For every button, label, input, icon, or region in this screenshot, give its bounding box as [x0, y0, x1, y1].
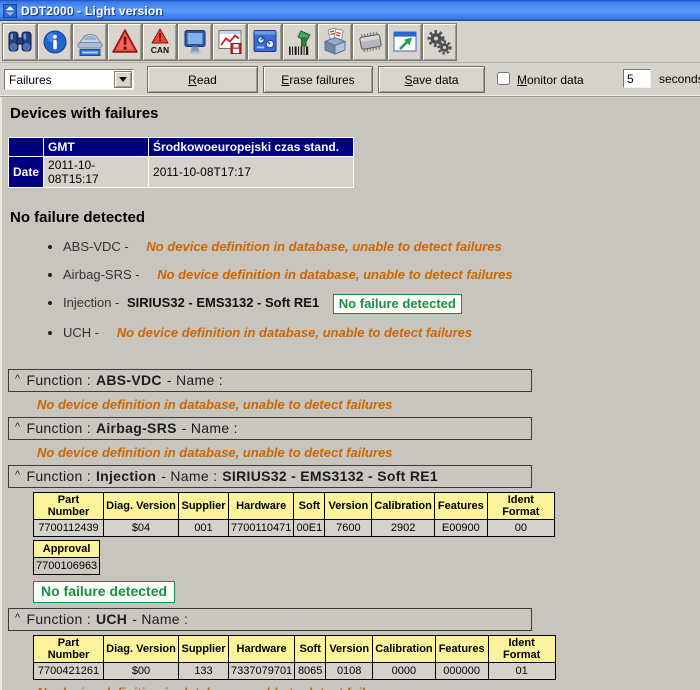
control-panel-icon [253, 29, 276, 52]
can-warning-icon: CAN [150, 28, 169, 55]
graph-save-button[interactable] [212, 22, 247, 61]
barcode-scanner-icon [288, 29, 311, 55]
info-button[interactable] [37, 22, 72, 61]
vehicle-icon [77, 33, 102, 56]
device-message: No device definition in database, unable… [157, 267, 513, 282]
vehicle-button[interactable] [72, 22, 107, 61]
function-header-abs-vdc: ^ Function : ABS-VDC - Name : [8, 369, 532, 392]
window-export-icon [393, 31, 416, 51]
date-table-col-gmt: GMT [43, 137, 150, 157]
list-item: ABS-VDC - No device definition in databa… [63, 238, 700, 256]
interval-input[interactable] [623, 69, 651, 88]
list-item: UCH - No device definition in database, … [63, 324, 700, 342]
date-local-value: 2011-10-08T17:17 [148, 156, 355, 188]
anchor-caret[interactable]: ^ [15, 469, 20, 481]
mode-select-arrow[interactable] [114, 71, 132, 88]
mode-select-value: Failures [9, 72, 52, 87]
mode-select[interactable]: Failures [4, 69, 134, 90]
read-button[interactable]: Read [147, 66, 258, 93]
info-icon [43, 30, 66, 53]
date-table: GMT Środkowoeuropejski czas stand. Date … [7, 137, 355, 188]
function-header-uch: ^ Function : UCH - Name : [8, 608, 532, 631]
function-device: UCH [95, 611, 128, 627]
save-data-button[interactable]: Save data [378, 66, 485, 93]
status-badge: No failure detected [332, 294, 462, 314]
date-table-corner [7, 137, 45, 157]
search-button[interactable] [2, 22, 37, 61]
barcode-button[interactable] [282, 22, 317, 61]
binoculars-icon [8, 31, 31, 51]
date-gmt-value: 2011-10-08T15:17 [43, 156, 150, 188]
approval-table: Approval 7700106963 [32, 540, 101, 575]
device-name: Airbag-SRS - [63, 267, 140, 282]
device-detail: SIRIUS32 - EMS3132 - Soft RE1 [127, 295, 320, 310]
list-item: Injection - SIRIUS32 - EMS3132 - Soft RE… [63, 294, 700, 314]
device-message: No device definition in database, unable… [146, 239, 502, 254]
chart-save-icon [218, 29, 241, 54]
approval-label: Approval [32, 540, 101, 558]
monitor-data-checkbox[interactable] [497, 72, 510, 85]
anchor-caret[interactable]: ^ [15, 373, 20, 385]
no-definition-message: No device definition in database, unable… [37, 445, 393, 460]
app-icon [3, 3, 17, 18]
card-reader-icon [323, 27, 346, 55]
status-badge: No failure detected [33, 581, 176, 603]
list-item: Airbag-SRS - No device definition in dat… [63, 266, 700, 284]
external-window-button[interactable] [387, 22, 422, 61]
erase-failures-button[interactable]: Erase failures [263, 66, 373, 93]
uch-ident-table: Part Number Diag. Version Supplier Hardw… [33, 635, 556, 680]
status-heading: No failure detected [10, 209, 146, 226]
table-row: Date 2011-10-08T15:17 2011-10-08T17:17 [7, 156, 355, 188]
gears-icon [427, 29, 452, 55]
control-panel-button[interactable] [247, 22, 282, 61]
card-reader-button[interactable] [317, 22, 352, 61]
function-device: ABS-VDC [95, 372, 162, 388]
anchor-caret[interactable]: ^ [15, 421, 20, 433]
interval-unit-label: seconds [659, 72, 700, 86]
table-row: 7700112439 $04 001 7700110471 00E1 7600 … [33, 519, 555, 537]
svg-text:CAN: CAN [150, 45, 168, 55]
function-header-airbag-srs: ^ Function : Airbag-SRS - Name : [8, 417, 532, 440]
monitor-data-label[interactable]: Monitor data [517, 73, 584, 87]
warning-icon [111, 28, 138, 53]
can-failures-button[interactable]: CAN [142, 22, 177, 61]
function-name: SIRIUS32 - EMS3132 - Soft RE1 [222, 468, 438, 484]
anchor-caret[interactable]: ^ [15, 612, 20, 624]
device-message: No device definition in database, unable… [116, 325, 473, 340]
function-device: Airbag-SRS [95, 420, 177, 436]
device-name: UCH - [63, 325, 100, 340]
eprom-button[interactable] [352, 22, 387, 61]
approval-value: 7700106963 [32, 557, 101, 575]
injection-status: No failure detected [33, 581, 700, 603]
report-area: Devices with failures GMT Środkowoeurope… [0, 97, 700, 690]
title-bar: DDT2000 - Light version [0, 0, 700, 21]
no-definition-message: No device definition in database, unable… [37, 685, 700, 690]
settings-button[interactable] [422, 22, 457, 61]
date-table-col-local: Środkowoeuropejski czas stand. [148, 137, 355, 157]
device-list: ABS-VDC - No device definition in databa… [2, 238, 700, 342]
devices-heading: Devices with failures [10, 105, 159, 122]
no-definition-message: No device definition in database, unable… [37, 397, 393, 412]
injection-ident-table: Part Number Diag. Version Supplier Hardw… [33, 492, 555, 537]
function-device: Injection [95, 468, 157, 484]
table-row: 7700421261 $00 133 7337079701 8065 0108 … [33, 662, 556, 680]
screen-button[interactable] [177, 22, 212, 61]
window-title: DDT2000 - Light version [21, 3, 163, 18]
date-row-label: Date [7, 156, 45, 188]
icon-toolbar: CAN [0, 21, 700, 63]
monitor-icon [184, 29, 205, 54]
function-header-injection: ^ Function : Injection - Name : SIRIUS32 - E… [8, 465, 532, 488]
chevron-down-icon [119, 77, 127, 82]
device-name: Injection - [63, 295, 120, 310]
device-name: ABS-VDC - [63, 239, 129, 254]
control-bar: Failures Read Erase failures Save data M… [0, 63, 700, 97]
failures-button[interactable] [107, 22, 142, 61]
app-window: DDT2000 - Light version CAN Failures Rea… [0, 0, 700, 690]
chip-icon [358, 31, 382, 52]
